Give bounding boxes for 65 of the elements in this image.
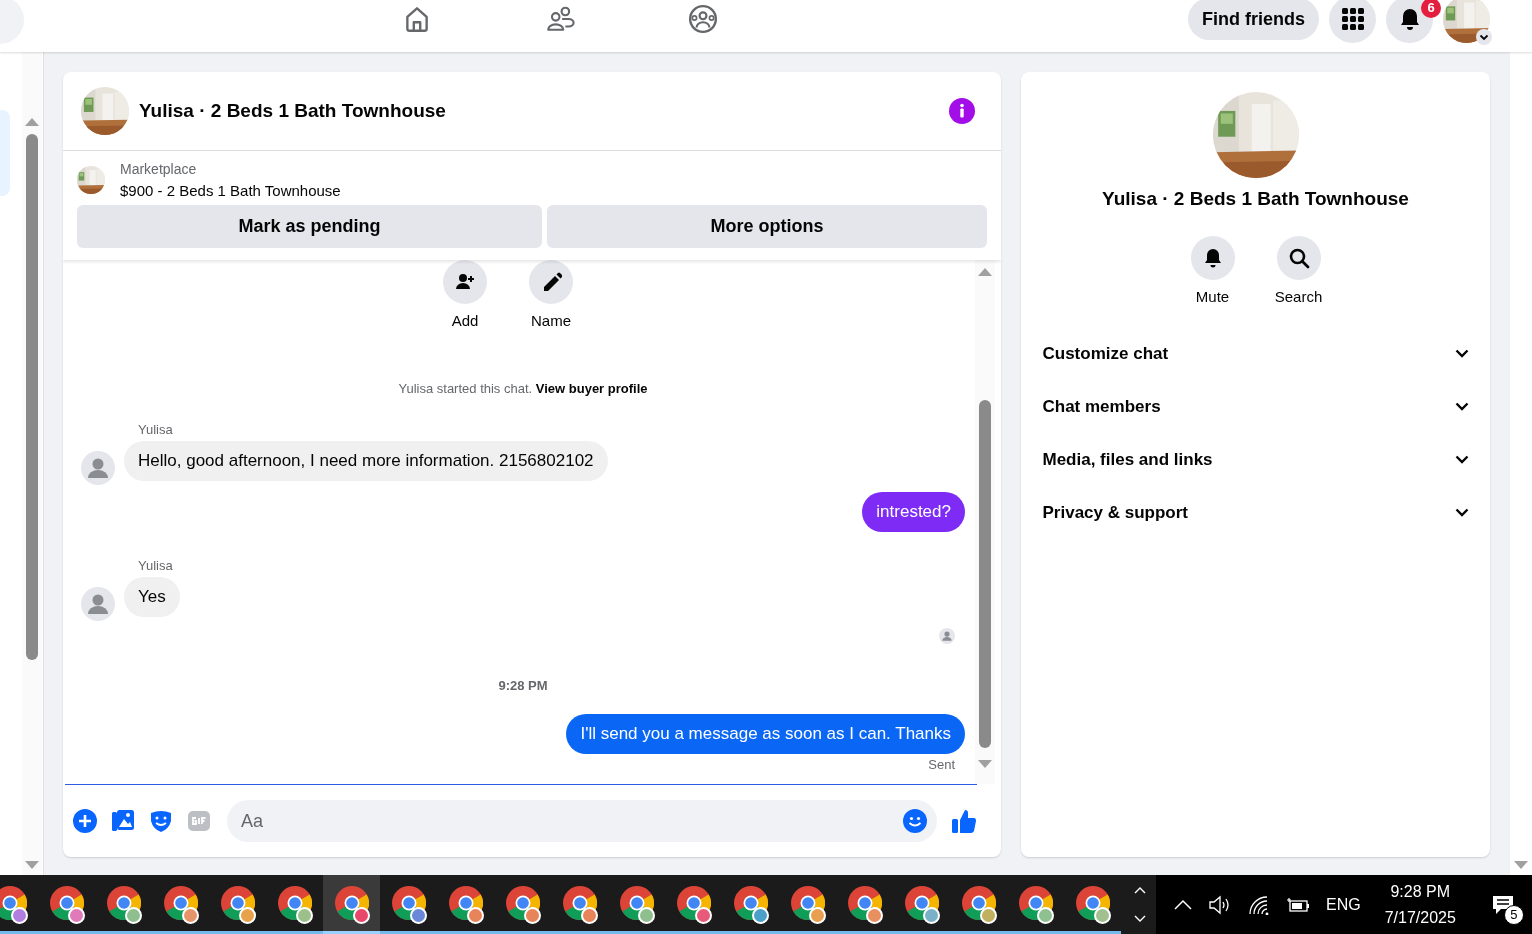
- photos-icon[interactable]: [111, 809, 135, 833]
- chevron-down-icon[interactable]: [1454, 455, 1469, 464]
- wifi-icon[interactable]: [1248, 894, 1270, 915]
- scrollbar-thumb[interactable]: [26, 134, 38, 660]
- clock-time[interactable]: 9:28 PM: [1390, 882, 1451, 901]
- chevron-down-icon[interactable]: [1454, 508, 1469, 517]
- message-bubble: intrested?: [862, 492, 965, 532]
- section-header[interactable]: Customize chat: [1042, 343, 1169, 364]
- notification-badge: 6: [1421, 0, 1441, 18]
- add-button[interactable]: [443, 260, 487, 304]
- message-bubble: Yes: [124, 577, 180, 617]
- chat-started-text: Yulisa started this chat. View buyer profile: [398, 381, 648, 396]
- message-bubble: Hello, good afternoon, I need more information. 2156802102: [124, 441, 608, 481]
- chevron-down-icon[interactable]: [1476, 28, 1492, 45]
- chevron-down-icon[interactable]: [1454, 402, 1469, 411]
- info-icon[interactable]: [949, 98, 975, 124]
- listing-label: Marketplace: [120, 161, 198, 177]
- search-button[interactable]: [1276, 236, 1321, 280]
- scroll-down-arrow[interactable]: [1514, 861, 1528, 869]
- chevron-down-icon[interactable]: [1454, 349, 1469, 358]
- action-label: Search: [1274, 288, 1323, 305]
- seen-avatar-icon: [939, 628, 955, 644]
- thumbs-up-icon[interactable]: [951, 808, 977, 834]
- find-friends-button[interactable]: Find friends: [1188, 0, 1319, 40]
- listing-action-button[interactable]: More options: [547, 205, 987, 248]
- listing-action-button[interactable]: Mark as pending: [77, 205, 542, 248]
- menu-button[interactable]: [1329, 0, 1376, 43]
- sticker-icon[interactable]: [149, 809, 173, 833]
- notifications-button[interactable]: [1386, 0, 1433, 43]
- avatar-icon: [81, 451, 115, 485]
- buyer-profile-link[interactable]: View buyer profile: [535, 381, 648, 396]
- section-header[interactable]: Chat members: [1042, 396, 1161, 417]
- message-bubble: I'll send you a message as soon as I can. Thanks: [566, 714, 965, 754]
- groups-icon[interactable]: [688, 4, 718, 34]
- scrollbar-thumb[interactable]: [979, 400, 991, 748]
- language-indicator[interactable]: ENG: [1326, 895, 1361, 914]
- battery-icon[interactable]: [1286, 895, 1310, 914]
- grid-icon: [1341, 8, 1364, 30]
- message-field[interactable]: Aa: [227, 800, 937, 842]
- action-label: Mute: [1195, 288, 1230, 305]
- section-header[interactable]: Privacy & support: [1042, 502, 1188, 523]
- clock-date[interactable]: 7/17/2025: [1384, 908, 1456, 927]
- conversation-title: Yulisa · 2 Beds 1 Bath Townhouse: [1102, 188, 1409, 210]
- action-label: Name: [531, 312, 571, 329]
- name-button[interactable]: [529, 260, 573, 304]
- speaker-icon[interactable]: [1208, 894, 1232, 915]
- chat-title: Yulisa · 2 Beds 1 Bath Townhouse: [139, 100, 447, 122]
- notification-count: 5: [1503, 904, 1524, 925]
- emoji-icon[interactable]: [903, 809, 927, 833]
- sender-name: Yulisa: [138, 558, 174, 573]
- sent-status: Sent: [928, 757, 955, 772]
- listing-title: $900 - 2 Beds 1 Bath Townhouse: [120, 182, 341, 199]
- chevron-up-icon[interactable]: [1134, 885, 1146, 894]
- section-header[interactable]: Media, files and links: [1042, 449, 1213, 470]
- avatar-icon: [81, 587, 115, 621]
- plus-icon[interactable]: [73, 809, 97, 833]
- timestamp: 9:28 PM: [498, 678, 548, 693]
- taskbar-button[interactable]: [323, 875, 380, 934]
- mute-button[interactable]: [1190, 236, 1235, 280]
- sender-name: Yulisa: [138, 422, 174, 437]
- bell-icon: [1398, 7, 1421, 31]
- caret-up-icon[interactable]: [1174, 898, 1192, 911]
- people-icon[interactable]: [545, 4, 575, 34]
- action-label: Add: [451, 312, 479, 329]
- search-icon: [1287, 247, 1310, 269]
